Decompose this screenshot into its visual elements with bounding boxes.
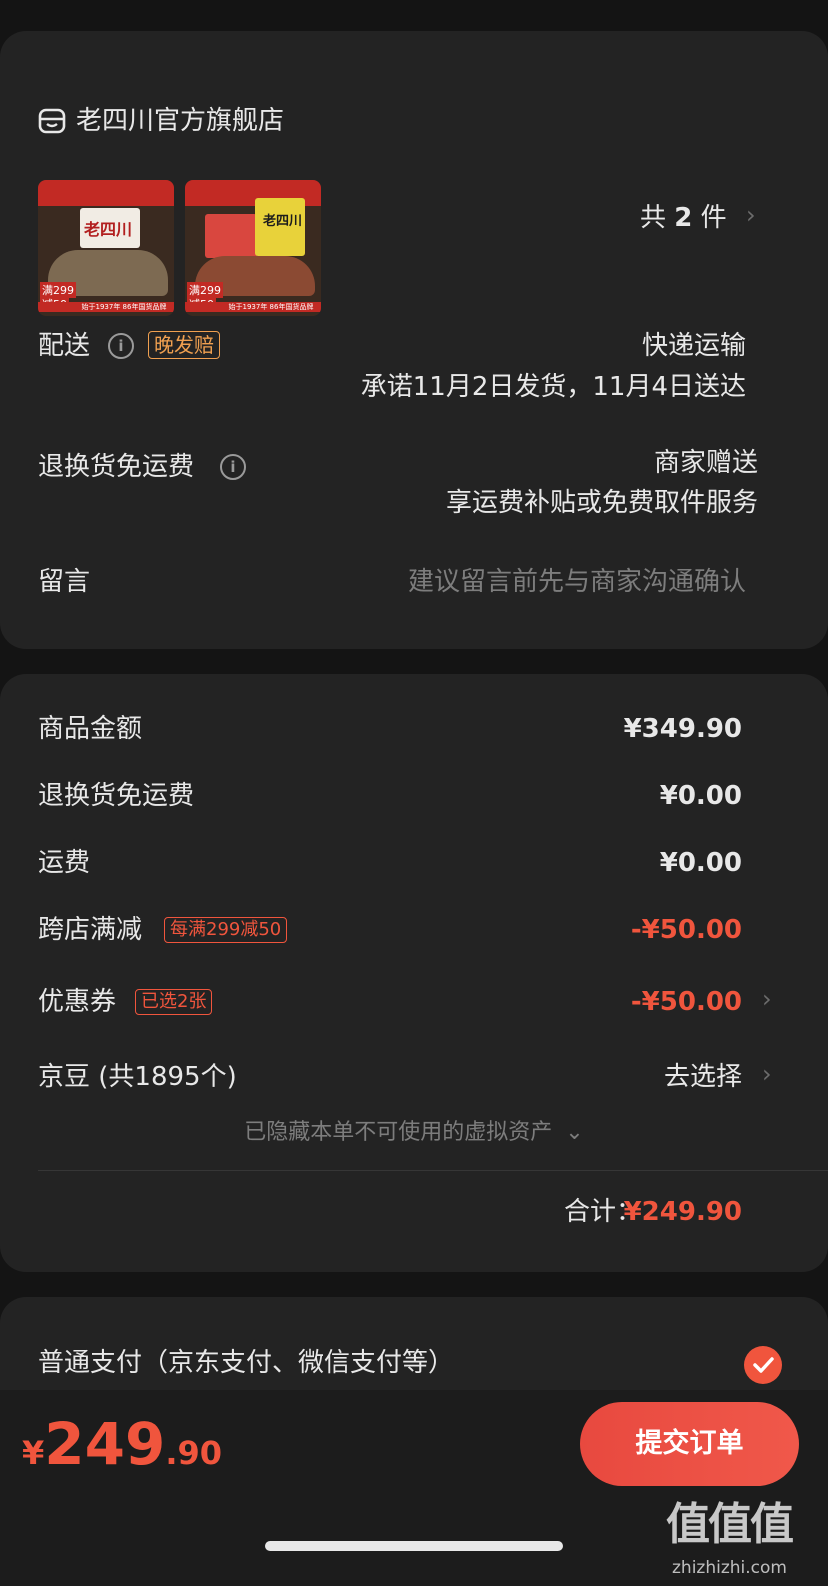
message-label: 留言 [38, 567, 91, 597]
submit-order-label: 提交订单 [635, 1428, 744, 1459]
chevron-right-icon[interactable]: › [746, 201, 756, 229]
return-shipping-value: 商家赠送 [653, 448, 758, 478]
delivery-label: 配送 [38, 331, 91, 361]
home-indicator [265, 1541, 563, 1551]
delivery-promise: 承诺11月2日发货，11月4日送达 [360, 372, 746, 402]
shop-card: 老四川官方旗舰店 老四川 满299 减50 始于1937年 86年国货品牌 老四… [0, 31, 828, 649]
return-free-value: ¥0.00 [659, 781, 742, 811]
total-price: ¥249.90 [22, 1404, 222, 1499]
return-shipping-label: 退换货免运费 [38, 452, 195, 482]
check-icon[interactable] [744, 1346, 782, 1384]
watermark-logo: 值值值 [666, 1499, 794, 1550]
product-thumbnail-2[interactable]: 老四川 满299 减50 始于1937年 86年国货品牌 [185, 180, 321, 316]
return-free-label: 退换货免运费 [38, 781, 195, 811]
jd-beans-label: 京豆 (共1895个) [38, 1062, 237, 1092]
payment-method-label[interactable]: 普通支付（京东支付、微信支付等） [38, 1346, 454, 1380]
product-footer-1: 始于1937年 86年国货品牌 [38, 302, 174, 312]
return-shipping-detail: 享运费补贴或免费取件服务 [445, 488, 758, 518]
cross-store-discount-value: -¥50.00 [630, 915, 742, 945]
product-logo-1: 老四川 [84, 220, 133, 239]
freight-label: 运费 [38, 848, 91, 878]
info-icon[interactable]: i [108, 333, 134, 359]
price-summary-card: 商品金额 ¥349.90 退换货免运费 ¥0.00 运费 ¥0.00 跨店满减 … [0, 674, 828, 1272]
delivery-method: 快递运输 [641, 331, 746, 361]
goods-amount-label: 商品金额 [38, 714, 143, 744]
price-decimal: .90 [165, 1434, 223, 1472]
goods-amount-value: ¥349.90 [623, 714, 742, 744]
coupon-label: 优惠券 [38, 987, 117, 1017]
submit-order-button[interactable]: 提交订单 [580, 1402, 799, 1486]
freight-value: ¥0.00 [659, 848, 742, 878]
shop-icon [38, 108, 66, 138]
hidden-assets-note: 已隐藏本单不可使用的虚拟资产 [244, 1120, 553, 1145]
cross-store-discount-tag: 每满299减50 [164, 917, 288, 943]
product-logo-2: 老四川 [263, 214, 303, 229]
chevron-right-icon[interactable]: › [762, 985, 772, 1013]
chevron-down-icon: ⌄ [565, 1120, 584, 1145]
price-integer: 249 [44, 1410, 166, 1478]
hidden-assets-toggle[interactable]: 已隐藏本单不可使用的虚拟资产 ⌄ [0, 1118, 828, 1148]
info-icon[interactable]: i [220, 454, 246, 480]
watermark-site: zhizhizhi.com [672, 1558, 787, 1578]
product-thumbnail-1[interactable]: 老四川 满299 减50 始于1937年 86年国货品牌 [38, 180, 174, 316]
price-currency: ¥ [22, 1434, 45, 1472]
coupon-value[interactable]: -¥50.00 [631, 985, 742, 1019]
chevron-right-icon[interactable]: › [762, 1060, 772, 1088]
cross-store-discount-label: 跨店满减 [38, 915, 143, 945]
total-value: ¥249.90 [623, 1197, 742, 1227]
shop-name[interactable]: 老四川官方旗舰店 [76, 104, 284, 138]
late-compensation-badge: 晚发赔 [148, 331, 220, 359]
divider [38, 1170, 828, 1171]
jd-beans-select[interactable]: 去选择 [664, 1060, 742, 1094]
item-count[interactable]: 共 2 件 [640, 201, 727, 235]
message-input[interactable]: 建议留言前先与商家沟通确认 [408, 565, 746, 599]
product-footer-2: 始于1937年 86年国货品牌 [185, 302, 321, 312]
coupon-tag: 已选2张 [135, 989, 213, 1015]
